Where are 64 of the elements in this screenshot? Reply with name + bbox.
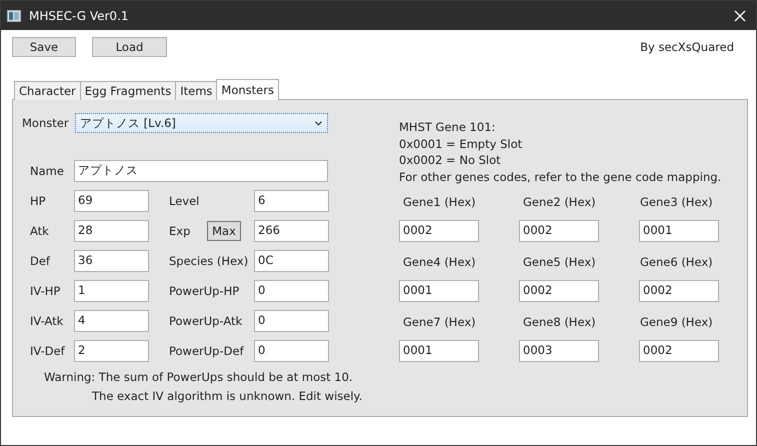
input-field[interactable]: 28 bbox=[74, 220, 149, 242]
input-field[interactable]: 0001 bbox=[399, 340, 479, 362]
input-field[interactable]: 0002 bbox=[639, 280, 719, 302]
info-text: 0x0002 = No Slot bbox=[399, 152, 502, 168]
field-label: Exp bbox=[169, 224, 190, 238]
input-field[interactable]: 0 bbox=[254, 340, 329, 362]
monster-dropdown[interactable]: アプトノス [Lv.6] bbox=[75, 113, 328, 133]
field-label: Monster bbox=[22, 116, 70, 130]
input-field[interactable]: 0003 bbox=[519, 340, 599, 362]
field-label: PowerUp-HP bbox=[169, 284, 240, 298]
field-label: Gene3 (Hex) bbox=[639, 194, 713, 210]
field-label: Level bbox=[169, 194, 200, 208]
tab[interactable]: Items bbox=[175, 81, 218, 100]
field-label: Gene9 (Hex) bbox=[639, 314, 713, 330]
app-icon bbox=[7, 10, 21, 22]
field-label: HP bbox=[29, 194, 47, 208]
info-text: 0x0001 = Empty Slot bbox=[399, 136, 524, 152]
field-label: Gene4 (Hex) bbox=[402, 254, 476, 270]
input-field[interactable]: 0002 bbox=[399, 220, 479, 242]
input-field[interactable]: 0002 bbox=[639, 340, 719, 362]
info-text: For other genes codes, refer to the gene code mapping. bbox=[399, 168, 722, 185]
field-label: Def bbox=[29, 254, 52, 268]
warning-text: Warning: The sum of PowerUps should be at most 10. bbox=[44, 369, 354, 386]
input-field[interactable]: 0002 bbox=[519, 220, 599, 242]
field-label: PowerUp-Atk bbox=[169, 314, 242, 328]
field-label: PowerUp-Def bbox=[169, 344, 244, 358]
input-field[interactable]: 0001 bbox=[639, 220, 719, 242]
field-label: IV-Atk bbox=[29, 314, 64, 328]
field-label: Gene2 (Hex) bbox=[522, 194, 596, 210]
field-label: Gene1 (Hex) bbox=[402, 194, 476, 210]
input-field[interactable]: 36 bbox=[74, 250, 149, 272]
field-label: IV-Def bbox=[29, 344, 66, 358]
info-text: MHST Gene 101: bbox=[399, 119, 496, 136]
input-field[interactable]: 0 bbox=[254, 280, 329, 302]
input-field[interactable]: アプトノス bbox=[74, 160, 328, 182]
toolbar-button[interactable]: Load bbox=[92, 37, 167, 57]
tab[interactable]: Monsters bbox=[216, 79, 279, 100]
toolbar-button[interactable]: Save bbox=[12, 37, 76, 57]
tab[interactable]: Egg Fragments bbox=[80, 81, 176, 100]
max-button[interactable]: Max bbox=[207, 221, 241, 241]
tab[interactable]: Character bbox=[14, 81, 81, 100]
input-field[interactable]: 4 bbox=[74, 310, 149, 332]
field-label: Atk bbox=[29, 224, 50, 238]
credit-text: By secXsQuared bbox=[640, 40, 734, 54]
field-label: Gene8 (Hex) bbox=[522, 314, 596, 330]
warning-text: The exact IV algorithm is unknown. Edit wisely. bbox=[91, 388, 364, 405]
field-label: Gene7 (Hex) bbox=[402, 314, 476, 330]
input-field[interactable]: 2 bbox=[74, 340, 149, 362]
field-label: Gene6 (Hex) bbox=[639, 254, 713, 270]
input-field[interactable]: 0 bbox=[254, 310, 329, 332]
chevron-icon bbox=[315, 120, 322, 126]
input-field[interactable]: 0002 bbox=[519, 280, 599, 302]
field-label: Species (Hex) bbox=[169, 254, 248, 268]
field-label: Name bbox=[29, 164, 65, 178]
window-title: MHSEC-G Ver0.1 bbox=[29, 8, 130, 22]
input-field[interactable]: 0C bbox=[254, 250, 329, 272]
input-field[interactable]: 266 bbox=[254, 220, 329, 242]
input-field[interactable]: 69 bbox=[74, 190, 149, 212]
input-field[interactable]: 0001 bbox=[399, 280, 479, 302]
input-field[interactable]: 6 bbox=[254, 190, 329, 212]
input-field[interactable]: 1 bbox=[74, 280, 149, 302]
field-label: Gene5 (Hex) bbox=[522, 254, 596, 270]
close-icon[interactable] bbox=[734, 10, 746, 22]
field-label: IV-HP bbox=[29, 284, 62, 298]
